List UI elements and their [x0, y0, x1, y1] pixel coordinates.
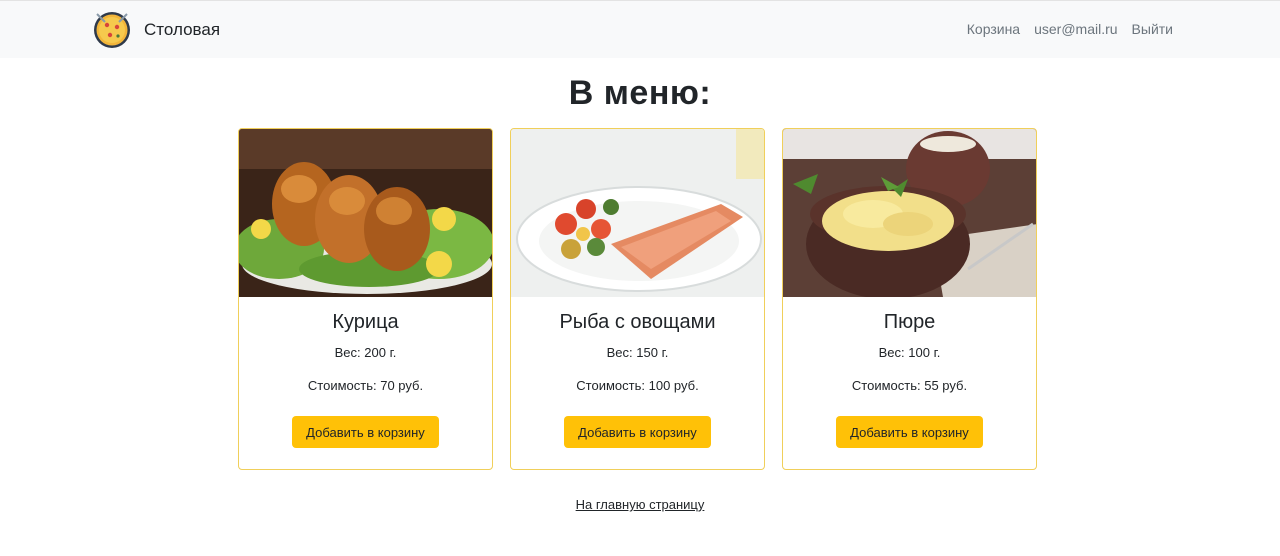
card-title: Рыба с овощами: [559, 311, 716, 333]
card-price: Стоимость: 70 руб.: [307, 378, 424, 393]
navbar: Столовая Корзина user@mail.ru Выйти: [0, 0, 1280, 58]
add-to-cart-button[interactable]: Добавить в корзину: [836, 416, 983, 448]
brand-name: Столовая: [144, 20, 221, 39]
menu-card: Рыба с овощами Вес: 150 г. Стоимость: 10…: [510, 128, 765, 470]
home-page-link[interactable]: На главную страницу: [576, 497, 705, 512]
nav-user-link[interactable]: user@mail.ru: [1034, 21, 1117, 37]
card-weight: Вес: 200 г.: [334, 345, 397, 360]
card-weight: Вес: 150 г.: [606, 345, 669, 360]
add-to-cart-button[interactable]: Добавить в корзину: [564, 416, 711, 448]
nav-cart-link[interactable]: Корзина: [967, 21, 1020, 37]
page-title: В меню:: [568, 74, 712, 112]
brand-link[interactable]: Столовая: [92, 11, 220, 49]
pizza-logo-icon: [94, 12, 130, 48]
card-price: Стоимость: 55 руб.: [851, 378, 968, 393]
card-title: Курица: [332, 311, 399, 333]
mashed-potatoes-image: [783, 129, 1036, 297]
card-price: Стоимость: 100 руб.: [576, 378, 699, 393]
menu-card: Курица Вес: 200 г. Стоимость: 70 руб. До…: [238, 128, 493, 470]
home-link-container: На главную страницу: [0, 496, 1280, 514]
chicken-dish-image: [239, 129, 492, 297]
add-to-cart-button[interactable]: Добавить в корзину: [292, 416, 439, 448]
nav-links: Корзина user@mail.ru Выйти: [967, 21, 1173, 37]
card-weight: Вес: 100 г.: [878, 345, 941, 360]
menu-cards: Курица Вес: 200 г. Стоимость: 70 руб. До…: [238, 128, 1037, 470]
menu-card: Пюре Вес: 100 г. Стоимость: 55 руб. Доба…: [782, 128, 1037, 470]
nav-logout-link[interactable]: Выйти: [1132, 21, 1173, 37]
card-title: Пюре: [883, 311, 936, 333]
fish-dish-image: [511, 129, 764, 297]
